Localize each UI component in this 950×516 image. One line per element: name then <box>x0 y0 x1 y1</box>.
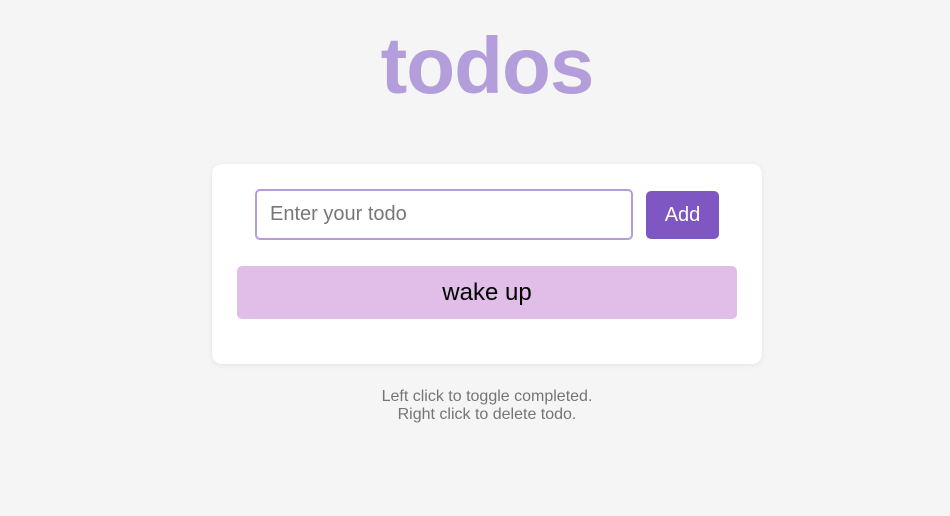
todo-input[interactable] <box>255 189 633 240</box>
todo-list: wake up <box>237 266 737 319</box>
help-text: Left click to toggle completed. Right cl… <box>0 388 950 424</box>
todo-item[interactable]: wake up <box>237 266 737 319</box>
page-title: todos <box>380 21 595 110</box>
help-line-toggle: Left click to toggle completed. <box>381 388 593 405</box>
help-line-delete: Right click to delete todo. <box>397 406 577 423</box>
page: todos Add wake up Left click to toggle c… <box>0 0 950 516</box>
add-button[interactable]: Add <box>646 191 719 239</box>
todo-card: Add wake up <box>212 164 762 364</box>
